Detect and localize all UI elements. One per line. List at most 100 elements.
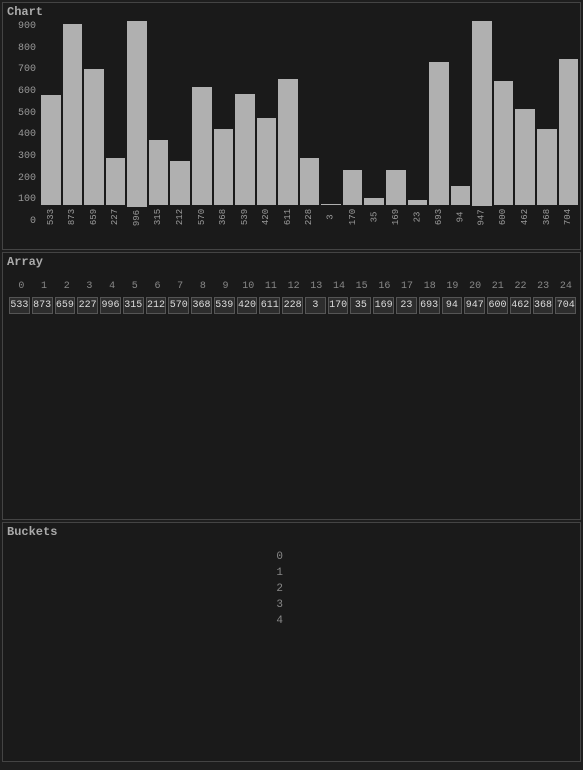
bucket-number: 0 bbox=[11, 551, 291, 563]
array-value-cell: 420 bbox=[237, 297, 258, 314]
y-axis-label: 800 bbox=[7, 43, 36, 54]
bar-col: 947 bbox=[472, 21, 492, 227]
array-value-cell: 35 bbox=[350, 297, 371, 314]
array-value-cell: 611 bbox=[259, 297, 280, 314]
bar bbox=[386, 170, 406, 205]
array-index: 18 bbox=[419, 281, 440, 292]
array-index: 15 bbox=[351, 281, 372, 292]
array-value-cell: 659 bbox=[55, 297, 76, 314]
bar-col: 693 bbox=[429, 21, 449, 227]
array-value-cell: 693 bbox=[419, 297, 440, 314]
bar bbox=[494, 81, 514, 205]
bar-x-label: 35 bbox=[364, 212, 384, 223]
bar-col: 3 bbox=[321, 21, 341, 227]
bucket-number: 1 bbox=[11, 567, 291, 579]
y-axis-label: 0 bbox=[7, 216, 36, 227]
array-index: 3 bbox=[79, 281, 100, 292]
bar-x-label: 170 bbox=[343, 209, 363, 225]
bar-x-label: 169 bbox=[386, 209, 406, 225]
bar bbox=[192, 87, 212, 205]
array-value-cell: 539 bbox=[214, 297, 235, 314]
bucket-number: 4 bbox=[11, 615, 291, 627]
bar-col: 212 bbox=[170, 21, 190, 227]
bar-x-label: 420 bbox=[256, 209, 276, 225]
array-value-cell: 533 bbox=[9, 297, 30, 314]
y-axis-label: 700 bbox=[7, 64, 36, 75]
array-value-cell: 228 bbox=[282, 297, 303, 314]
bucket-number: 2 bbox=[11, 583, 291, 595]
array-value-cell: 947 bbox=[464, 297, 485, 314]
bucket-row: 2 bbox=[11, 583, 576, 595]
bar-col: 368 bbox=[214, 21, 234, 227]
array-value-cell: 227 bbox=[77, 297, 98, 314]
bar-x-label: 693 bbox=[429, 209, 449, 225]
bar bbox=[537, 129, 557, 205]
y-axis: 9008007006005004003002001000 bbox=[7, 21, 39, 227]
bar bbox=[559, 59, 579, 205]
y-axis-label: 600 bbox=[7, 86, 36, 97]
bar bbox=[408, 200, 428, 205]
array-index: 19 bbox=[442, 281, 463, 292]
bar-col: 539 bbox=[235, 21, 255, 227]
array-value-cell: 3 bbox=[305, 297, 326, 314]
bar bbox=[300, 158, 320, 205]
bar-x-label: 462 bbox=[515, 209, 535, 225]
bar-col: 315 bbox=[149, 21, 169, 227]
bar-x-label: 368 bbox=[537, 209, 557, 225]
array-index: 16 bbox=[374, 281, 395, 292]
bar-col: 169 bbox=[386, 21, 406, 227]
array-section: Array 0123456789101112131415161718192021… bbox=[2, 252, 581, 520]
array-index: 20 bbox=[465, 281, 486, 292]
bar-col: 996 bbox=[127, 21, 147, 227]
array-value-cell: 600 bbox=[487, 297, 508, 314]
array-value-cell: 169 bbox=[373, 297, 394, 314]
bar-col: 873 bbox=[63, 21, 83, 227]
bars-container: 5338736592279963152125703685394206112283… bbox=[39, 21, 578, 227]
bar bbox=[63, 24, 83, 205]
array-index: 13 bbox=[306, 281, 327, 292]
bar-x-label: 704 bbox=[558, 209, 578, 225]
bar-col: 94 bbox=[451, 21, 471, 227]
array-index: 12 bbox=[283, 281, 304, 292]
array-index: 24 bbox=[556, 281, 577, 292]
array-value-cell: 170 bbox=[328, 297, 349, 314]
array-value-cell: 315 bbox=[123, 297, 144, 314]
bar-x-label: 659 bbox=[84, 209, 104, 225]
array-index: 17 bbox=[397, 281, 418, 292]
bar-col: 659 bbox=[84, 21, 104, 227]
array-value-cell: 704 bbox=[555, 297, 576, 314]
bar-x-label: 539 bbox=[235, 209, 255, 225]
bar-x-label: 996 bbox=[128, 210, 146, 226]
bar bbox=[84, 69, 104, 205]
array-index: 9 bbox=[215, 281, 236, 292]
bar-col: 462 bbox=[515, 21, 535, 227]
bar bbox=[278, 79, 298, 205]
y-axis-label: 500 bbox=[7, 108, 36, 119]
bar bbox=[257, 118, 277, 205]
bar-x-label: 611 bbox=[278, 209, 298, 225]
bucket-row: 1 bbox=[11, 567, 576, 579]
array-label: Array bbox=[7, 255, 43, 269]
bar-col: 368 bbox=[537, 21, 557, 227]
array-values: 5338736592279963152125703685394206112283… bbox=[9, 297, 576, 314]
bar bbox=[343, 170, 363, 205]
bar-col: 227 bbox=[106, 21, 126, 227]
array-value-cell: 996 bbox=[100, 297, 121, 314]
bar-x-label: 570 bbox=[192, 209, 212, 225]
bar-col: 611 bbox=[278, 21, 298, 227]
bar-x-label: 3 bbox=[321, 214, 341, 219]
array-value-cell: 368 bbox=[533, 297, 554, 314]
bar bbox=[321, 204, 341, 205]
y-axis-label: 900 bbox=[7, 21, 36, 32]
array-value-cell: 462 bbox=[510, 297, 531, 314]
bucket-row: 3 bbox=[11, 599, 576, 611]
array-index: 11 bbox=[261, 281, 282, 292]
bar-col: 23 bbox=[408, 21, 428, 227]
bar-col: 704 bbox=[559, 21, 579, 227]
bar bbox=[149, 140, 169, 205]
bar bbox=[214, 129, 234, 205]
bar-x-label: 227 bbox=[105, 209, 125, 225]
bar-x-label: 94 bbox=[450, 212, 470, 223]
bar bbox=[451, 186, 471, 205]
buckets-content: 0 1 2 3 4 bbox=[11, 551, 576, 757]
